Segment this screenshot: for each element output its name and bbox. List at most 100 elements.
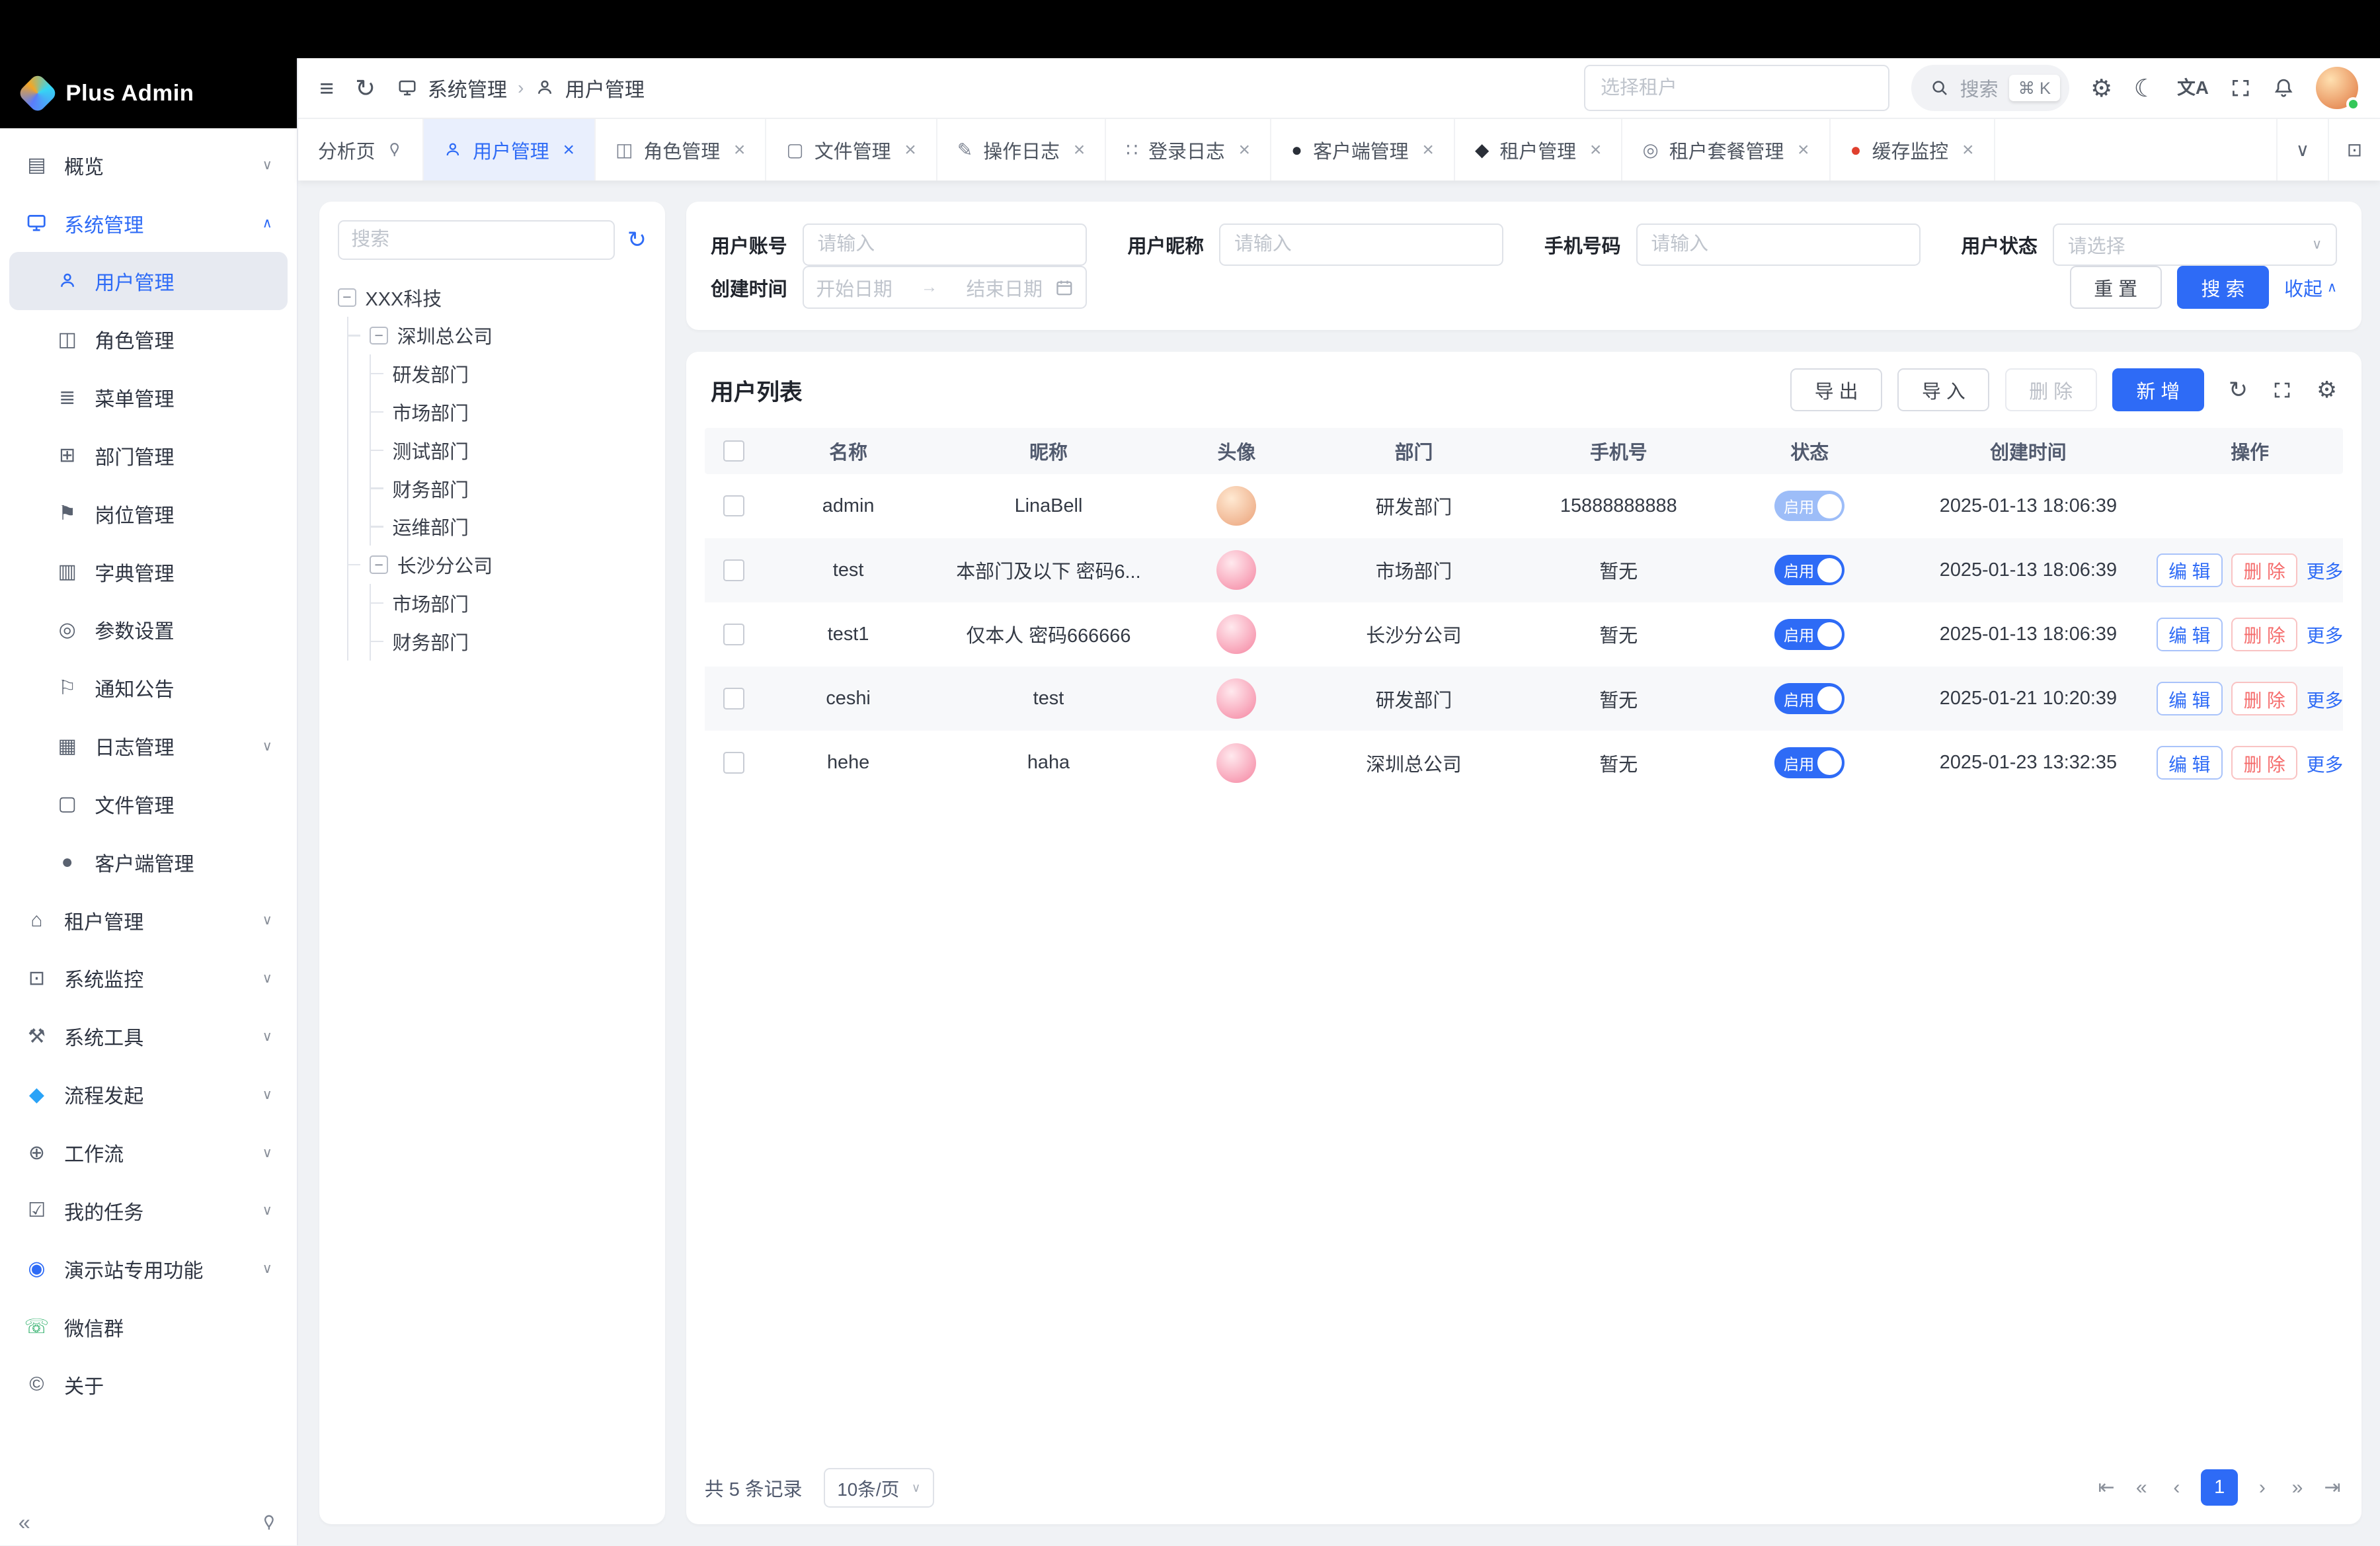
- sidebar-item-tenant-management[interactable]: ⌂ 租户管理 ∨: [9, 891, 288, 950]
- status-select[interactable]: 请选择 ∨: [2053, 224, 2337, 266]
- export-button[interactable]: 导 出: [1790, 368, 1882, 411]
- delete-button[interactable]: 删 除: [2231, 746, 2297, 780]
- sidebar-item-department-management[interactable]: ⊞ 部门管理: [9, 427, 288, 485]
- sidebar-item-param-settings[interactable]: ◎ 参数设置: [9, 600, 288, 659]
- status-toggle[interactable]: 启用: [1774, 491, 1844, 521]
- next-page-icon[interactable]: ›: [2252, 1477, 2273, 1499]
- sidebar-item-about[interactable]: © 关于: [9, 1356, 288, 1414]
- sidebar-item-client-management[interactable]: ● 客户端管理: [9, 833, 288, 891]
- close-icon[interactable]: ×: [563, 139, 575, 161]
- row-checkbox[interactable]: [723, 688, 744, 709]
- close-icon[interactable]: ×: [1422, 139, 1434, 161]
- sidebar-item-dict-management[interactable]: ▥ 字典管理: [9, 543, 288, 601]
- tabs-dropdown-icon[interactable]: ∨: [2276, 119, 2328, 180]
- sidebar-item-user-management[interactable]: 用户管理: [9, 252, 288, 310]
- sidebar-item-role-management[interactable]: ◫ 角色管理: [9, 310, 288, 368]
- tab-file-management[interactable]: ▢ 文件管理 ×: [766, 119, 937, 180]
- sidebar-collapse-button[interactable]: «: [19, 1510, 30, 1535]
- close-icon[interactable]: ×: [1074, 139, 1086, 161]
- delete-button[interactable]: 删 除: [2005, 368, 2097, 411]
- tree-node-leaf[interactable]: 研发部门: [371, 354, 647, 393]
- last-page-icon[interactable]: ⇥: [2322, 1476, 2343, 1499]
- tab-role-management[interactable]: ◫ 角色管理 ×: [596, 119, 766, 180]
- tree-node-leaf[interactable]: 市场部门: [371, 584, 647, 622]
- close-icon[interactable]: ×: [1798, 139, 1809, 161]
- sidebar-item-menu-management[interactable]: ≣ 菜单管理: [9, 368, 288, 427]
- sidebar-item-workflow[interactable]: ⊕ 工作流 ∨: [9, 1123, 288, 1182]
- tab-tenant-management[interactable]: ◆ 租户管理 ×: [1455, 119, 1623, 180]
- tree-collapse-icon[interactable]: [370, 327, 388, 345]
- next-group-icon[interactable]: »: [2287, 1477, 2308, 1499]
- sidebar-item-system-management[interactable]: 系统管理 ∧: [9, 194, 288, 253]
- tree-collapse-icon[interactable]: [338, 288, 356, 307]
- row-checkbox[interactable]: [723, 624, 744, 645]
- collapse-filters-link[interactable]: 收起 ∧: [2284, 274, 2337, 302]
- tree-node-leaf[interactable]: 财务部门: [371, 622, 647, 661]
- tab-client-management[interactable]: ● 客户端管理 ×: [1271, 119, 1455, 180]
- row-checkbox[interactable]: [723, 559, 744, 581]
- delete-button[interactable]: 删 除: [2231, 682, 2297, 715]
- fullscreen-icon[interactable]: [2272, 380, 2292, 400]
- current-page[interactable]: 1: [2201, 1469, 2237, 1506]
- tenant-select[interactable]: [1584, 65, 1889, 110]
- status-toggle[interactable]: 启用: [1774, 619, 1844, 649]
- account-input[interactable]: [803, 224, 1087, 266]
- tab-operation-log[interactable]: ✎ 操作日志 ×: [937, 119, 1106, 180]
- edit-button[interactable]: 编 辑: [2157, 746, 2222, 780]
- tab-tenant-package[interactable]: ◎ 租户套餐管理 ×: [1622, 119, 1830, 180]
- nickname-input[interactable]: [1219, 224, 1503, 266]
- date-range-picker[interactable]: 开始日期 → 结束日期: [803, 266, 1087, 309]
- tab-user-management[interactable]: 用户管理 ×: [424, 119, 596, 180]
- tree-node-leaf[interactable]: 测试部门: [371, 431, 647, 469]
- delete-button[interactable]: 删 除: [2231, 618, 2297, 651]
- import-button[interactable]: 导 入: [1897, 368, 1989, 411]
- close-icon[interactable]: ×: [904, 139, 916, 161]
- pin-icon[interactable]: [386, 142, 403, 158]
- reset-button[interactable]: 重 置: [2070, 266, 2162, 309]
- tab-cache-monitor[interactable]: ● 缓存监控 ×: [1831, 119, 1995, 180]
- more-button[interactable]: 更多: [2307, 621, 2343, 647]
- add-button[interactable]: 新 增: [2112, 368, 2204, 411]
- page-size-select[interactable]: 10条/页 ∨: [824, 1468, 934, 1508]
- refresh-icon[interactable]: ↻: [355, 76, 376, 101]
- close-icon[interactable]: ×: [1962, 139, 1974, 161]
- close-icon[interactable]: ×: [1590, 139, 1602, 161]
- more-button[interactable]: 更多: [2307, 557, 2343, 583]
- tree-collapse-icon[interactable]: [370, 555, 388, 574]
- sidebar-item-notice[interactable]: ⚐ 通知公告: [9, 659, 288, 717]
- fullscreen-icon[interactable]: [2230, 77, 2251, 99]
- translate-icon[interactable]: 文A: [2177, 79, 2209, 97]
- sidebar-item-demo-features[interactable]: ◉ 演示站专用功能 ∨: [9, 1240, 288, 1298]
- delete-button[interactable]: 删 除: [2231, 553, 2297, 587]
- edit-button[interactable]: 编 辑: [2157, 618, 2222, 651]
- hamburger-icon[interactable]: ≡: [319, 76, 334, 101]
- sidebar-item-process-initiation[interactable]: ◆ 流程发起 ∨: [9, 1065, 288, 1123]
- bell-icon[interactable]: [2273, 77, 2294, 99]
- first-page-icon[interactable]: ⇤: [2096, 1476, 2117, 1499]
- search-button[interactable]: 搜 索: [2177, 266, 2269, 309]
- sidebar-item-post-management[interactable]: ⚑ 岗位管理: [9, 485, 288, 543]
- user-avatar[interactable]: [2316, 67, 2359, 110]
- prev-page-icon[interactable]: ‹: [2166, 1477, 2187, 1499]
- tree-refresh-icon[interactable]: ↻: [627, 227, 647, 253]
- breadcrumb-item[interactable]: 系统管理: [428, 73, 507, 102]
- tree-node-branch[interactable]: 长沙分公司: [348, 546, 647, 584]
- select-all-checkbox[interactable]: [723, 440, 744, 462]
- status-toggle[interactable]: 启用: [1774, 683, 1844, 713]
- edit-button[interactable]: 编 辑: [2157, 682, 2222, 715]
- edit-button[interactable]: 编 辑: [2157, 553, 2222, 587]
- status-toggle[interactable]: 启用: [1774, 747, 1844, 778]
- close-icon[interactable]: ×: [1239, 139, 1251, 161]
- sidebar-item-my-tasks[interactable]: ☑ 我的任务 ∨: [9, 1182, 288, 1240]
- tree-node-branch[interactable]: 深圳总公司: [348, 317, 647, 355]
- sidebar-item-log-management[interactable]: ▦ 日志管理 ∨: [9, 717, 288, 775]
- gear-icon[interactable]: ⚙: [2090, 76, 2112, 101]
- sidebar-item-system-tools[interactable]: ⚒ 系统工具 ∨: [9, 1007, 288, 1065]
- close-icon[interactable]: ×: [734, 139, 746, 161]
- global-search[interactable]: 搜索 ⌘ K: [1911, 65, 2069, 110]
- refresh-icon[interactable]: ↻: [2229, 377, 2248, 403]
- moon-icon[interactable]: ☾: [2134, 76, 2156, 101]
- more-button[interactable]: 更多: [2307, 750, 2343, 776]
- tree-search-input[interactable]: [338, 220, 615, 260]
- tree-node-leaf[interactable]: 财务部门: [371, 469, 647, 508]
